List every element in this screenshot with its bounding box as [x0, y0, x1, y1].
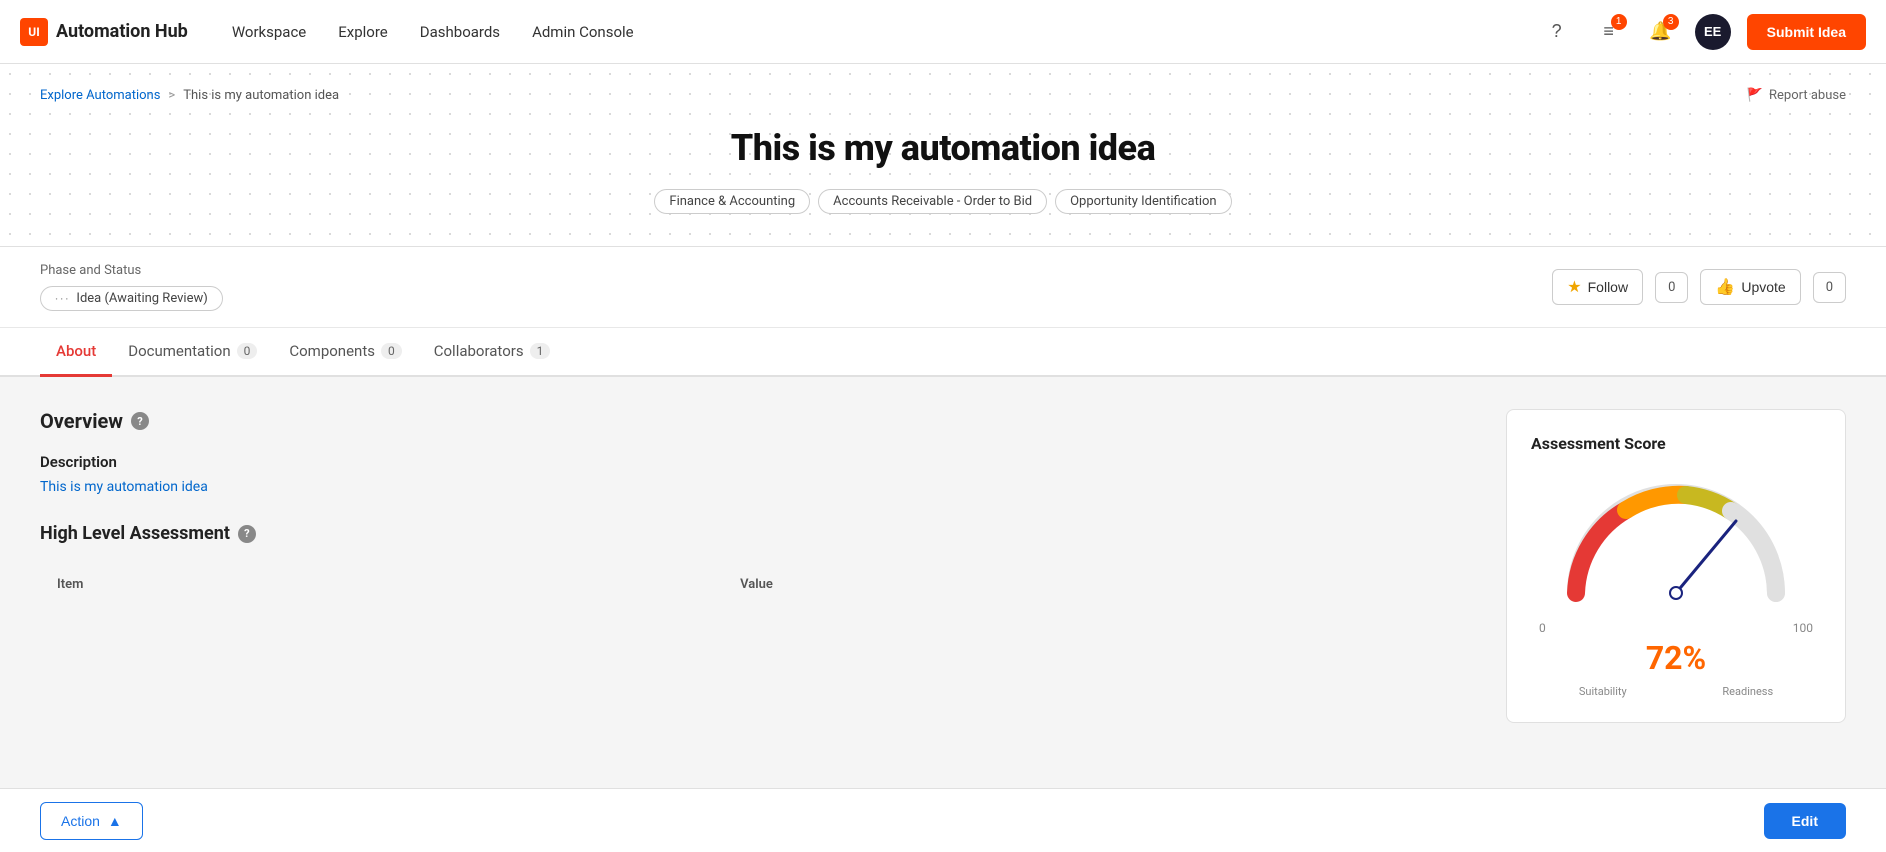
gauge-min: 0 — [1539, 621, 1546, 635]
tab-components-count: 0 — [381, 343, 402, 359]
phase-bar: Phase and Status ··· Idea (Awaiting Revi… — [0, 247, 1886, 328]
follow-count: 0 — [1655, 272, 1688, 303]
breadcrumb: Explore Automations > This is my automat… — [40, 88, 1846, 103]
phase-right: ★ Follow 0 👍 Upvote 0 — [1552, 269, 1846, 305]
description-label: Description — [40, 453, 1482, 471]
notification-1-badge: 1 — [1611, 14, 1627, 30]
tag-opportunity: Opportunity Identification — [1055, 189, 1232, 214]
breadcrumb-separator: > — [168, 88, 175, 103]
notifications-2-button[interactable]: 🔔 3 — [1643, 14, 1679, 50]
gauge-max: 100 — [1793, 621, 1813, 635]
phase-dots: ··· — [55, 292, 70, 306]
score-card-title: Assessment Score — [1531, 434, 1821, 453]
thumbs-up-icon: 👍 — [1715, 277, 1735, 297]
assessment-table: Item Value — [40, 564, 1482, 605]
action-label: Action — [61, 813, 100, 829]
upvote-label: Upvote — [1741, 279, 1785, 295]
submit-idea-button[interactable]: Submit Idea — [1747, 14, 1866, 50]
overview-help-icon[interactable]: ? — [131, 412, 149, 430]
star-icon: ★ — [1567, 277, 1581, 297]
header-right: ? ≡ 1 🔔 3 EE Submit Idea — [1539, 14, 1866, 50]
tab-components-label: Components — [289, 342, 375, 360]
tab-bar: About Documentation 0 Components 0 Colla… — [0, 328, 1886, 377]
tab-about-label: About — [56, 342, 96, 360]
description-text: This is my automation idea — [40, 479, 1482, 495]
logo-area: UI Automation Hub — [20, 18, 188, 46]
tab-documentation-count: 0 — [237, 343, 258, 359]
help-icon: ? — [1552, 21, 1562, 42]
tab-collaborators[interactable]: Collaborators 1 — [418, 328, 567, 377]
col-item: Item — [41, 565, 725, 605]
chevron-up-icon: ▲ — [108, 813, 122, 829]
col-value: Value — [724, 565, 1481, 605]
hero-section: Explore Automations > This is my automat… — [0, 64, 1886, 247]
gauge-container — [1556, 473, 1796, 613]
nav-workspace[interactable]: Workspace — [220, 15, 318, 49]
breadcrumb-current: This is my automation idea — [183, 88, 339, 103]
flag-icon: 🚩 — [1747, 88, 1763, 103]
bottom-bar: Action ▲ Edit — [0, 788, 1886, 852]
follow-button[interactable]: ★ Follow — [1552, 269, 1643, 305]
main-right: Assessment Score — [1506, 409, 1846, 723]
tab-collaborators-label: Collaborators — [434, 342, 524, 360]
sublabel-readiness: Readiness — [1722, 685, 1773, 698]
nav-explore[interactable]: Explore — [326, 15, 400, 49]
assessment-help-icon[interactable]: ? — [238, 525, 256, 543]
gauge-percent: 72% — [1531, 639, 1821, 677]
report-abuse-button[interactable]: 🚩 Report abuse — [1747, 88, 1846, 103]
phase-label: Phase and Status — [40, 263, 223, 278]
gauge-labels: 0 100 — [1531, 621, 1821, 635]
assessment-section-title: High Level Assessment ? — [40, 523, 1482, 544]
notifications-1-button[interactable]: ≡ 1 — [1591, 14, 1627, 50]
app-header: UI Automation Hub Workspace Explore Dash… — [0, 0, 1886, 64]
sublabel-suitability: Suitability — [1579, 685, 1627, 698]
page-title: This is my automation idea — [40, 127, 1846, 169]
breadcrumb-parent[interactable]: Explore Automations — [40, 88, 160, 103]
upvote-count: 0 — [1813, 272, 1846, 303]
upvote-button[interactable]: 👍 Upvote — [1700, 269, 1800, 305]
tab-collaborators-count: 1 — [530, 343, 551, 359]
tag-accounts: Accounts Receivable - Order to Bid — [818, 189, 1047, 214]
main-left: Overview ? Description This is my automa… — [40, 409, 1482, 723]
overview-section-title: Overview ? — [40, 409, 1482, 433]
notification-2-badge: 3 — [1663, 14, 1679, 30]
action-button[interactable]: Action ▲ — [40, 802, 143, 840]
gauge-svg — [1556, 473, 1796, 603]
help-button[interactable]: ? — [1539, 14, 1575, 50]
edit-button[interactable]: Edit — [1764, 803, 1846, 839]
tab-documentation-label: Documentation — [128, 342, 230, 360]
avatar-button[interactable]: EE — [1695, 14, 1731, 50]
follow-label: Follow — [1588, 279, 1628, 295]
nav-admin-console[interactable]: Admin Console — [520, 15, 646, 49]
tag-list: Finance & Accounting Accounts Receivable… — [40, 189, 1846, 214]
phase-left: Phase and Status ··· Idea (Awaiting Revi… — [40, 263, 223, 311]
main-body: Overview ? Description This is my automa… — [0, 377, 1886, 755]
phase-badge: ··· Idea (Awaiting Review) — [40, 286, 223, 311]
tab-documentation[interactable]: Documentation 0 — [112, 328, 273, 377]
tag-finance: Finance & Accounting — [654, 189, 810, 214]
tab-components[interactable]: Components 0 — [273, 328, 417, 377]
score-card: Assessment Score — [1506, 409, 1846, 723]
phase-status: Idea (Awaiting Review) — [76, 291, 207, 306]
gauge-sublabels: Suitability Readiness — [1531, 685, 1821, 698]
logo-icon: UI — [20, 18, 48, 46]
app-name: Automation Hub — [56, 21, 188, 42]
tab-about[interactable]: About — [40, 328, 112, 377]
main-nav: Workspace Explore Dashboards Admin Conso… — [220, 15, 646, 49]
nav-dashboards[interactable]: Dashboards — [408, 15, 512, 49]
